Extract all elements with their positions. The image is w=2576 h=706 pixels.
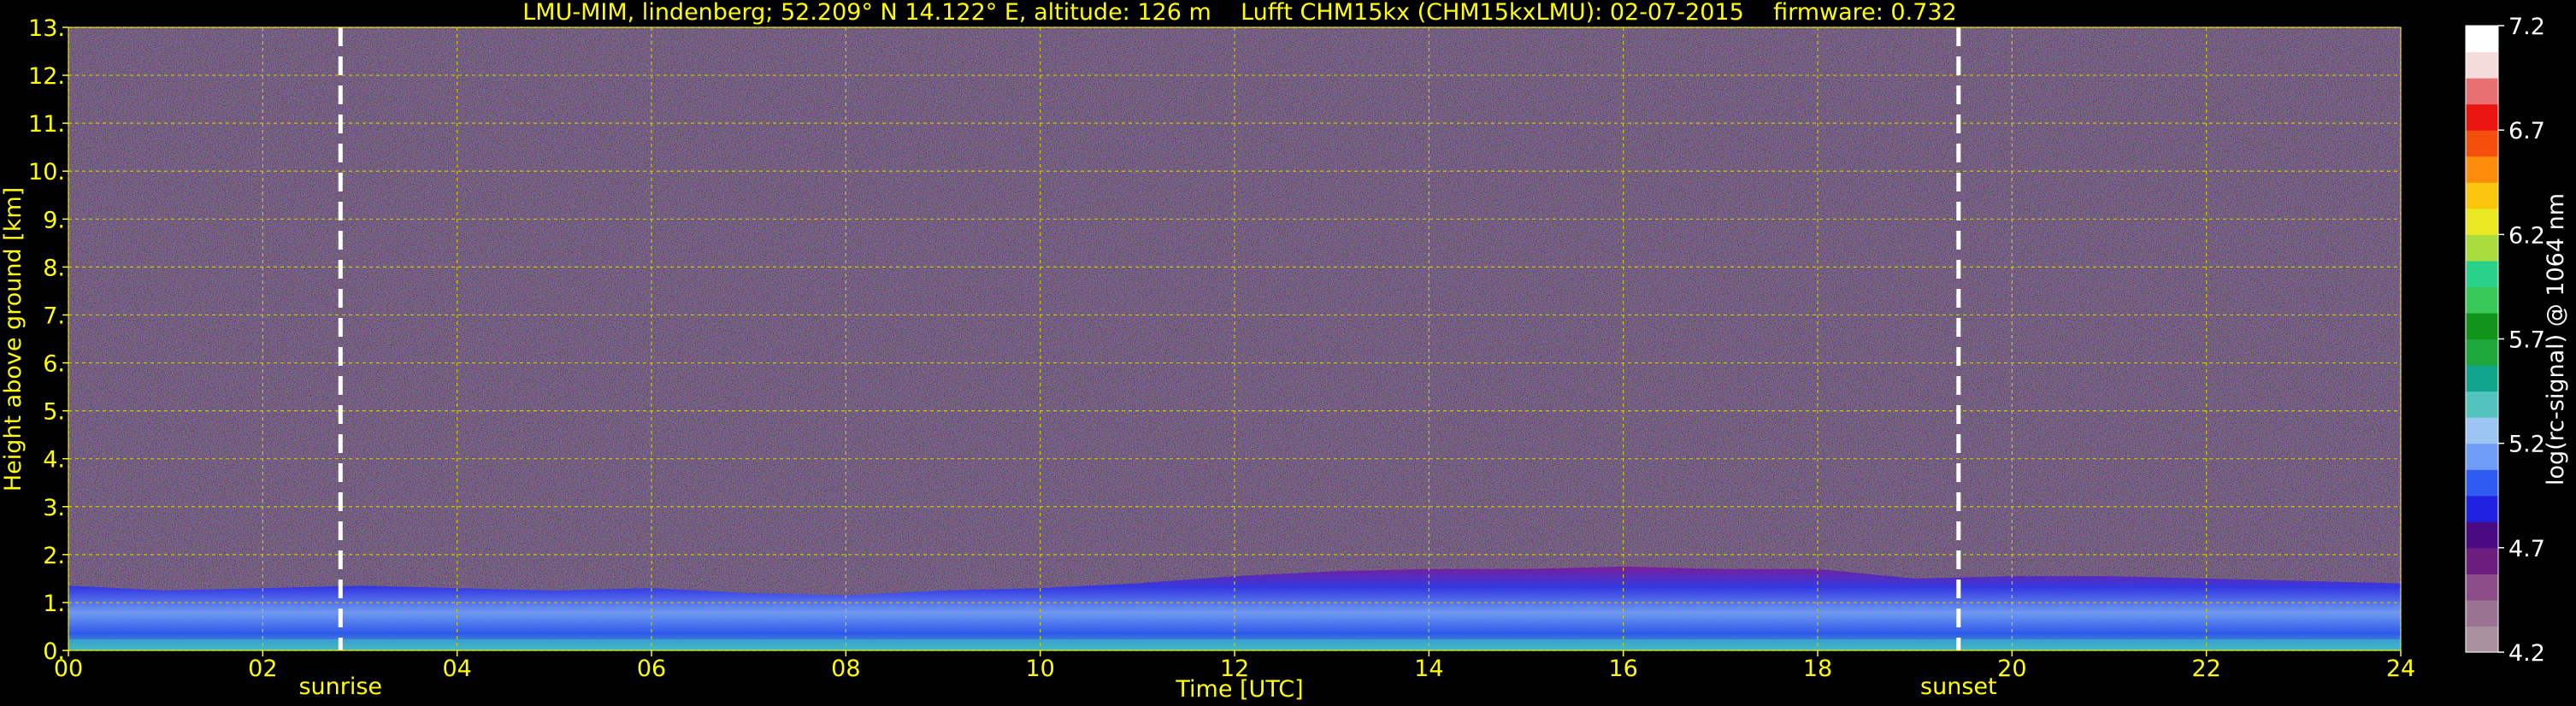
x-axis-label: Time [UTC]	[1175, 676, 1303, 703]
colorbar-segment	[2466, 599, 2498, 627]
colorbar-tick-label: 7.2	[2508, 14, 2545, 40]
y-tick-label: 5.	[43, 399, 65, 426]
colorbar-segment	[2466, 26, 2498, 53]
x-tick-label: 04	[442, 656, 471, 682]
y-tick-label: 10.	[28, 159, 65, 185]
chart-title: LMU-MIM, lindenberg; 52.209° N 14.122° E…	[522, 0, 1956, 26]
sunrise-label: sunrise	[298, 674, 382, 700]
x-tick-label: 08	[831, 656, 860, 682]
colorbar-segment	[2466, 103, 2498, 131]
colorbar-segment	[2466, 208, 2498, 235]
colorbar-ticks: 4.2 4.7 5.2 5.7 6.2 6.7 7.2	[2498, 14, 2545, 667]
y-axis-label: Height above ground [km]	[0, 187, 27, 491]
colorbar-segment	[2466, 312, 2498, 340]
colorbar-label: log(rc-signal) @ 1064 nm	[2543, 193, 2569, 485]
colorbar-segment	[2466, 130, 2498, 157]
colorbar-segment	[2466, 260, 2498, 288]
y-tick-label: 0.	[43, 638, 65, 665]
colorbar-segment	[2466, 574, 2498, 601]
colorbar-tick-label: 5.7	[2508, 327, 2545, 354]
colorbar-segment	[2466, 338, 2498, 366]
colorbar-segment	[2466, 156, 2498, 183]
x-tick-label: 16	[1608, 656, 1637, 682]
y-tick-label: 12.	[28, 63, 65, 90]
colorbar-segment	[2466, 469, 2498, 497]
y-tick-label: 9.	[43, 207, 65, 233]
colorbar-segment	[2466, 495, 2498, 522]
x-tick-label: 18	[1803, 656, 1832, 682]
y-tick-label: 13.	[28, 15, 65, 42]
x-tick-label: 10	[1025, 656, 1054, 682]
y-axis: 0. 1. 2. 3. 4. 5. 6. 7. 8. 9. 10. 11. 12. 13.	[28, 15, 68, 665]
colorbar-segment	[2466, 51, 2498, 79]
y-tick-label: 4.	[43, 447, 65, 474]
x-tick-label: 22	[2191, 656, 2220, 682]
colorbar-segment	[2466, 443, 2498, 470]
colorbar-tick-label: 4.2	[2508, 640, 2545, 667]
y-tick-label: 8.	[43, 255, 65, 281]
colorbar-tick-label: 6.7	[2508, 118, 2545, 144]
colorbar-tick-label: 5.2	[2508, 432, 2545, 458]
x-tick-label: 14	[1414, 656, 1443, 682]
colorbar-segment	[2466, 234, 2498, 262]
colorbar-tick-label: 6.2	[2508, 222, 2545, 249]
colorbar	[2466, 26, 2498, 653]
y-tick-label: 3.	[43, 495, 65, 521]
colorbar-segment	[2466, 391, 2498, 418]
colorbar-segment	[2466, 182, 2498, 209]
x-tick-label: 24	[2386, 656, 2415, 682]
x-tick-label: 02	[248, 656, 277, 682]
y-tick-label: 11.	[28, 111, 65, 138]
lidar-figure: LMU-MIM, lindenberg; 52.209° N 14.122° E…	[0, 0, 2569, 703]
y-tick-label: 6.	[43, 351, 65, 378]
y-tick-label: 7.	[43, 303, 65, 329]
sunset-label: sunset	[1920, 674, 1997, 700]
colorbar-segment	[2466, 365, 2498, 392]
colorbar-segment	[2466, 626, 2498, 653]
x-tick-label: 20	[1997, 656, 2026, 682]
colorbar-segment	[2466, 78, 2498, 105]
y-tick-label: 1.	[43, 591, 65, 617]
colorbar-tick-label: 4.7	[2508, 536, 2545, 562]
colorbar-segment	[2466, 417, 2498, 444]
x-tick-label: 06	[637, 656, 666, 682]
colorbar-segment	[2466, 286, 2498, 314]
colorbar-segment	[2466, 547, 2498, 574]
colorbar-segment	[2466, 521, 2498, 549]
y-tick-label: 2.	[43, 543, 65, 569]
